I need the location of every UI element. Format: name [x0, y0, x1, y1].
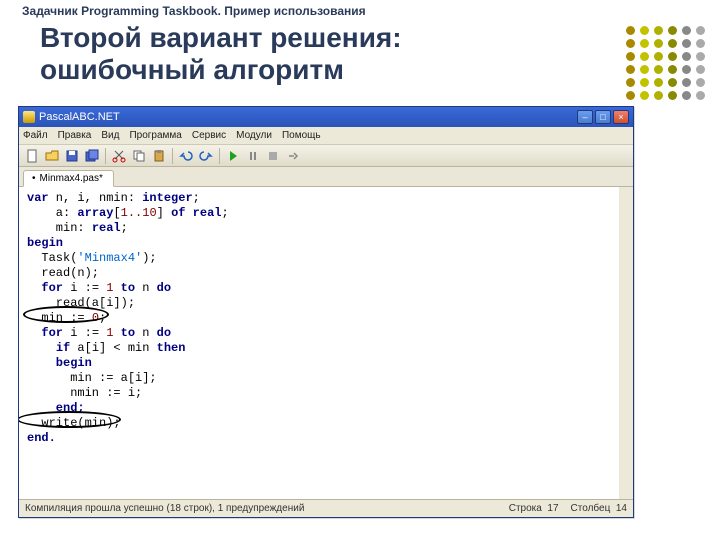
slide-title: Второй вариант решения: ошибочный алгори…: [0, 22, 720, 86]
vertical-scrollbar[interactable]: ▲ ▼: [619, 187, 633, 499]
save-all-icon[interactable]: [83, 147, 101, 165]
pause-icon[interactable]: [244, 147, 262, 165]
cut-icon[interactable]: [110, 147, 128, 165]
menu-view[interactable]: Вид: [101, 130, 119, 141]
ide-window: PascalABC.NET – □ × Файл Правка Вид Прог…: [18, 106, 634, 518]
save-icon[interactable]: [63, 147, 81, 165]
copy-icon[interactable]: [130, 147, 148, 165]
tabbar: • Minmax4.pas*: [19, 167, 633, 187]
cursor-line: Строка 17: [509, 503, 559, 514]
menu-program[interactable]: Программа: [129, 130, 181, 141]
scroll-down-icon[interactable]: ▼: [620, 485, 633, 499]
title-line-2: ошибочный алгоритм: [40, 54, 680, 86]
menu-file[interactable]: Файл: [23, 130, 48, 141]
undo-icon[interactable]: [177, 147, 195, 165]
menubar: Файл Правка Вид Программа Сервис Модули …: [19, 127, 633, 145]
paste-icon[interactable]: [150, 147, 168, 165]
stop-icon[interactable]: [264, 147, 282, 165]
run-icon[interactable]: [224, 147, 242, 165]
app-title: PascalABC.NET: [39, 111, 120, 123]
title-line-1: Второй вариант решения:: [40, 22, 680, 54]
window-controls: – □ ×: [577, 110, 629, 124]
statusbar: Компиляция прошла успешно (18 строк), 1 …: [19, 499, 633, 517]
tab-label: Minmax4.pas*: [40, 173, 103, 184]
decorative-dot-grid: [626, 26, 706, 100]
step-icon[interactable]: [284, 147, 302, 165]
new-file-icon[interactable]: [23, 147, 41, 165]
titlebar[interactable]: PascalABC.NET – □ ×: [19, 107, 633, 127]
open-icon[interactable]: [43, 147, 61, 165]
menu-modules[interactable]: Модули: [236, 130, 272, 141]
redo-icon[interactable]: [197, 147, 215, 165]
cursor-column: Столбец 14: [571, 503, 627, 514]
menu-service[interactable]: Сервис: [192, 130, 226, 141]
menu-help[interactable]: Помощь: [282, 130, 321, 141]
slide-header: Задачник Programming Taskbook. Пример ис…: [0, 0, 720, 22]
compile-status: Компиляция прошла успешно (18 строк), 1 …: [25, 503, 304, 514]
scroll-up-icon[interactable]: ▲: [620, 187, 633, 201]
close-button[interactable]: ×: [613, 110, 629, 124]
code-editor[interactable]: var n, i, nmin: integer; a: array[1..10]…: [19, 187, 633, 499]
tab-modified-marker: •: [32, 173, 36, 184]
minimize-button[interactable]: –: [577, 110, 593, 124]
toolbar: [19, 145, 633, 167]
maximize-button[interactable]: □: [595, 110, 611, 124]
menu-edit[interactable]: Правка: [58, 130, 92, 141]
app-icon: [23, 111, 35, 123]
tab-minmax4[interactable]: • Minmax4.pas*: [23, 170, 114, 187]
